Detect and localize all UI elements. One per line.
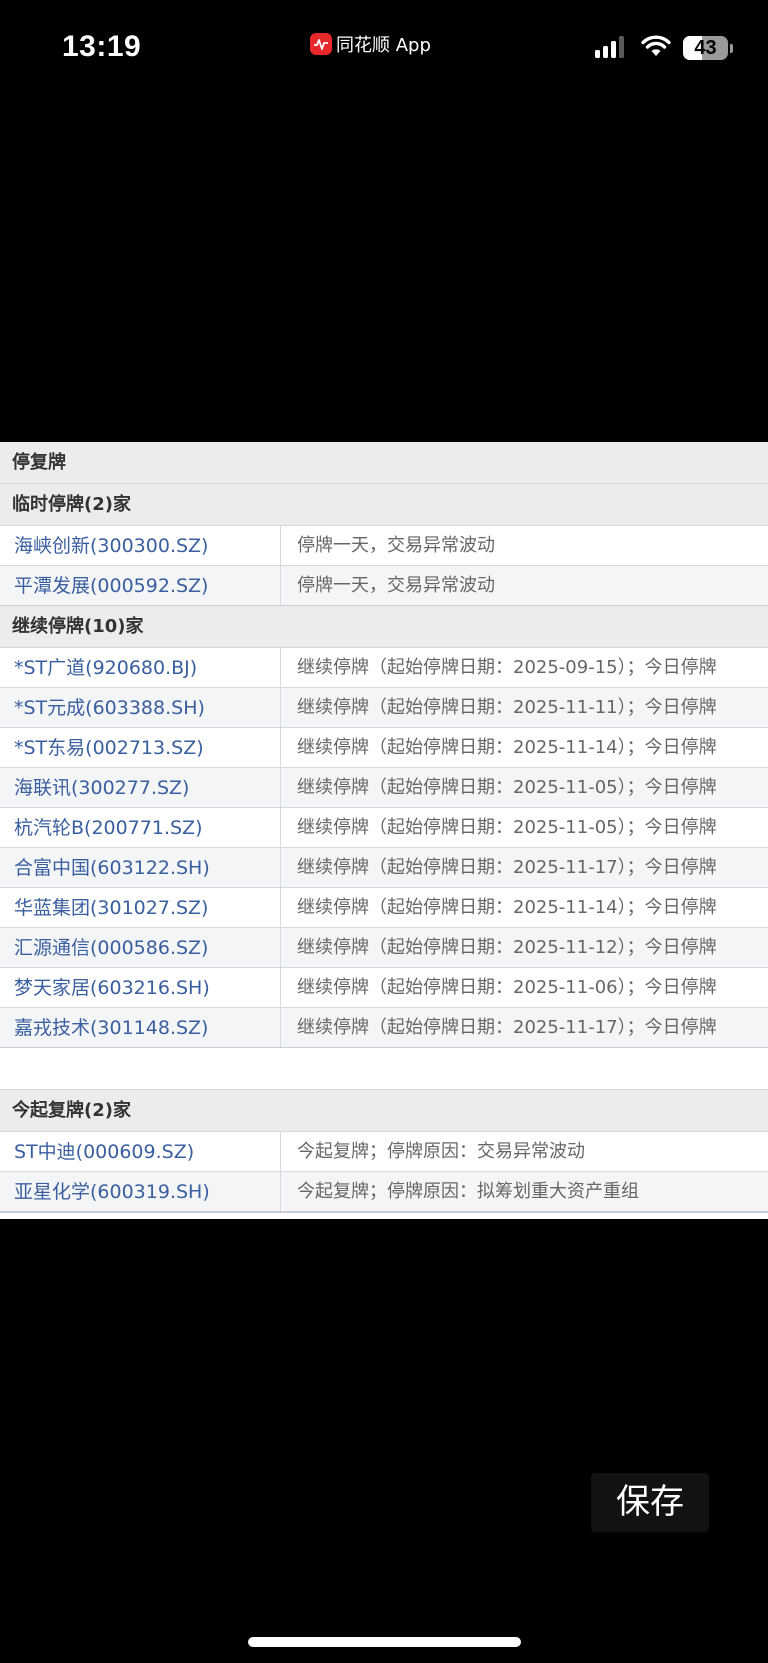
stock-name-link[interactable]: 嘉戎技术(301148.SZ)	[14, 1008, 208, 1048]
suspension-description: 继续停牌（起始停牌日期：2025-11-17）；今日停牌	[297, 857, 717, 878]
status-time: 13:19	[62, 30, 142, 63]
section-header-label: 今起复牌(2)家	[12, 1100, 131, 1121]
table-row: 海联讯(300277.SZ) 继续停牌（起始停牌日期：2025-11-05）；今日…	[0, 768, 768, 808]
table-row: *ST元成(603388.SH) 继续停牌（起始停牌日期：2025-11-11）；…	[0, 688, 768, 728]
stock-name-link[interactable]: 梦天家居(603216.SH)	[14, 968, 210, 1008]
column-divider	[280, 848, 281, 888]
app-name: 同花顺 App	[336, 35, 431, 56]
table-row: 华蓝集团(301027.SZ) 继续停牌（起始停牌日期：2025-11-14）；今…	[0, 888, 768, 928]
back-to-app-indicator[interactable]: 同花顺 App	[310, 31, 431, 57]
table-row: *ST东易(002713.SZ) 继续停牌（起始停牌日期：2025-11-14）；…	[0, 728, 768, 768]
column-divider	[280, 928, 281, 968]
stock-name-link[interactable]: 平潭发展(000592.SZ)	[14, 566, 208, 606]
column-divider	[280, 566, 281, 606]
cellular-signal-icon	[595, 36, 627, 58]
stock-name-link[interactable]: 杭汽轮B(200771.SZ)	[14, 808, 203, 848]
stock-name-link[interactable]: 亚星化学(600319.SH)	[14, 1172, 210, 1212]
suspension-resumption-table: 停复牌 临时停牌(2)家 海峡创新(300300.SZ) 停牌一天，交易异常波动 平潭…	[0, 442, 768, 1219]
table-row: 梦天家居(603216.SH) 继续停牌（起始停牌日期：2025-11-06）；今…	[0, 968, 768, 1008]
suspension-description: 继续停牌（起始停牌日期：2025-09-15）；今日停牌	[297, 657, 717, 678]
status-bar: 13:19 同花顺 App 43	[0, 0, 768, 96]
save-button[interactable]: 保存	[591, 1473, 709, 1532]
column-divider	[280, 1132, 281, 1172]
section-header: 今起复牌(2)家	[0, 1090, 768, 1132]
column-divider	[280, 888, 281, 928]
column-divider	[280, 768, 281, 808]
spacer-row	[0, 1048, 768, 1090]
stock-name-link[interactable]: 海峡创新(300300.SZ)	[14, 526, 208, 566]
table-row: 杭汽轮B(200771.SZ) 继续停牌（起始停牌日期：2025-11-05）；今…	[0, 808, 768, 848]
stock-name-link[interactable]: *ST元成(603388.SH)	[14, 688, 205, 728]
stock-name-link[interactable]: 海联讯(300277.SZ)	[14, 768, 189, 808]
suspension-description: 继续停牌（起始停牌日期：2025-11-14）；今日停牌	[297, 737, 717, 758]
section-header-label: 继续停牌(10)家	[12, 616, 144, 637]
section-header: 临时停牌(2)家	[0, 484, 768, 526]
stock-name-link[interactable]: 合富中国(603122.SH)	[14, 848, 210, 888]
screen: 13:19 同花顺 App 43 停复牌 临时停牌(2)家 海峡创新(30030…	[0, 0, 768, 1663]
suspension-description: 今起复牌；停牌原因：交易异常波动	[297, 1141, 585, 1162]
column-divider	[280, 648, 281, 688]
battery-percentage: 43	[694, 37, 717, 59]
suspension-description: 停牌一天，交易异常波动	[297, 575, 495, 596]
table-title-row: 停复牌	[0, 442, 768, 484]
app-logo-icon	[310, 33, 332, 55]
battery-terminal	[730, 44, 733, 53]
suspension-description: 继续停牌（起始停牌日期：2025-11-17）；今日停牌	[297, 1017, 717, 1038]
home-indicator[interactable]	[248, 1637, 521, 1647]
stock-name-link[interactable]: 华蓝集团(301027.SZ)	[14, 888, 208, 928]
table-row: ST中迪(000609.SZ) 今起复牌；停牌原因：交易异常波动	[0, 1132, 768, 1172]
stock-name-link[interactable]: ST中迪(000609.SZ)	[14, 1132, 194, 1172]
battery-icon: 43	[683, 36, 728, 60]
suspension-description: 停牌一天，交易异常波动	[297, 535, 495, 556]
suspension-description: 继续停牌（起始停牌日期：2025-11-12）；今日停牌	[297, 937, 717, 958]
section-header: 继续停牌(10)家	[0, 606, 768, 648]
table-row: 海峡创新(300300.SZ) 停牌一天，交易异常波动	[0, 526, 768, 566]
column-divider	[280, 526, 281, 566]
column-divider	[280, 728, 281, 768]
suspension-description: 继续停牌（起始停牌日期：2025-11-06）；今日停牌	[297, 977, 717, 998]
section-header-label: 临时停牌(2)家	[12, 494, 131, 515]
stock-name-link[interactable]: 汇源通信(000586.SZ)	[14, 928, 208, 968]
stock-name-link[interactable]: *ST广道(920680.BJ)	[14, 648, 197, 688]
table-row: 嘉戎技术(301148.SZ) 继续停牌（起始停牌日期：2025-11-17）；今…	[0, 1008, 768, 1048]
table-row: 平潭发展(000592.SZ) 停牌一天，交易异常波动	[0, 566, 768, 606]
column-divider	[280, 1008, 281, 1048]
wifi-icon	[640, 34, 672, 58]
stock-name-link[interactable]: *ST东易(002713.SZ)	[14, 728, 204, 768]
column-divider	[280, 968, 281, 1008]
table-title: 停复牌	[12, 452, 66, 473]
table-row: *ST广道(920680.BJ) 继续停牌（起始停牌日期：2025-09-15）；…	[0, 648, 768, 688]
table-row: 汇源通信(000586.SZ) 继续停牌（起始停牌日期：2025-11-12）；今…	[0, 928, 768, 968]
column-divider	[280, 688, 281, 728]
table-row: 亚星化学(600319.SH) 今起复牌；停牌原因：拟筹划重大资产重组	[0, 1172, 768, 1212]
table-row: 合富中国(603122.SH) 继续停牌（起始停牌日期：2025-11-17）；今…	[0, 848, 768, 888]
suspension-description: 继续停牌（起始停牌日期：2025-11-05）；今日停牌	[297, 817, 717, 838]
column-divider	[280, 1172, 281, 1212]
suspension-description: 继续停牌（起始停牌日期：2025-11-05）；今日停牌	[297, 777, 717, 798]
column-divider	[280, 808, 281, 848]
suspension-description: 继续停牌（起始停牌日期：2025-11-14）；今日停牌	[297, 897, 717, 918]
suspension-description: 继续停牌（起始停牌日期：2025-11-11）；今日停牌	[297, 697, 717, 718]
section-divider	[0, 1211, 768, 1213]
suspension-description: 今起复牌；停牌原因：拟筹划重大资产重组	[297, 1181, 639, 1202]
